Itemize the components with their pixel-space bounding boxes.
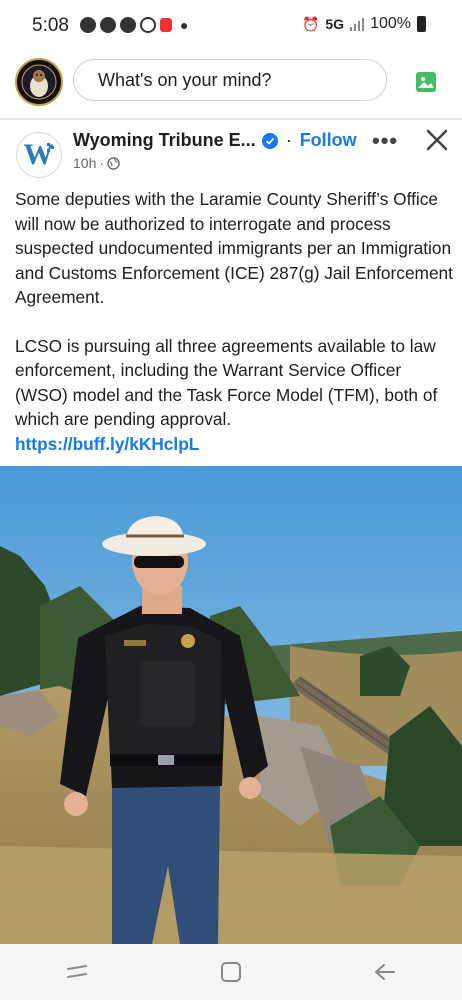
home-icon <box>221 962 241 982</box>
home-button[interactable] <box>216 957 246 987</box>
back-icon <box>375 964 395 980</box>
globe-icon <box>107 156 120 170</box>
divider <box>0 118 462 120</box>
more-notifications-icon: ● <box>180 17 189 33</box>
profile-avatar[interactable] <box>15 58 63 106</box>
status-time: 5:08 <box>32 15 69 36</box>
post-composer: What's on your mind? <box>0 52 462 112</box>
page-name-row: Wyoming Tribune E... · Follow <box>73 130 357 151</box>
post-text: Some deputies with the Laramie County Sh… <box>15 187 453 456</box>
post-link[interactable]: https://buff.ly/kKHclpL <box>15 432 453 457</box>
svg-text:W: W <box>24 138 54 171</box>
notification-icons: ● <box>80 17 188 33</box>
post-paragraph: Some deputies with the Laramie County Sh… <box>15 189 453 307</box>
post-header: W Wyoming Tribune E... · Follow 10h · ••… <box>0 122 462 178</box>
alarm-icon: ⏰ <box>301 15 320 32</box>
notification-icon <box>80 17 96 33</box>
follow-button[interactable]: Follow <box>300 130 357 151</box>
messenger-icon <box>120 17 136 33</box>
notification-icon <box>140 17 156 33</box>
separator-dot: · <box>285 130 292 150</box>
back-button[interactable] <box>370 957 400 987</box>
post-paragraph: LCSO is pursuing all three agreements av… <box>15 335 438 430</box>
close-icon[interactable] <box>425 128 449 152</box>
network-indicator: 5G <box>325 16 345 32</box>
tiktok-icon <box>160 18 172 32</box>
system-nav-bar <box>0 944 462 1000</box>
battery-icon <box>417 16 426 32</box>
post-time[interactable]: 10h <box>73 155 96 171</box>
page-name[interactable]: Wyoming Tribune E... <box>73 130 256 151</box>
verified-icon <box>261 132 278 149</box>
post-meta: 10h · <box>73 155 120 171</box>
status-bar: 5:08 ● ⏰ 5G 100% <box>0 0 462 52</box>
photo-icon[interactable] <box>416 72 436 92</box>
signal-icon <box>350 18 365 31</box>
post-photo[interactable] <box>0 466 462 944</box>
status-input[interactable]: What's on your mind? <box>73 59 387 101</box>
meta-separator: · <box>99 155 105 171</box>
recent-apps-button[interactable] <box>62 957 92 987</box>
more-icon[interactable]: ••• <box>372 128 398 154</box>
page-avatar[interactable]: W <box>16 132 62 178</box>
battery-percent: 100% <box>370 15 411 32</box>
recent-apps-icon <box>67 965 87 978</box>
messenger-icon <box>100 17 116 33</box>
status-icons-right: ⏰ 5G 100% <box>302 15 426 33</box>
